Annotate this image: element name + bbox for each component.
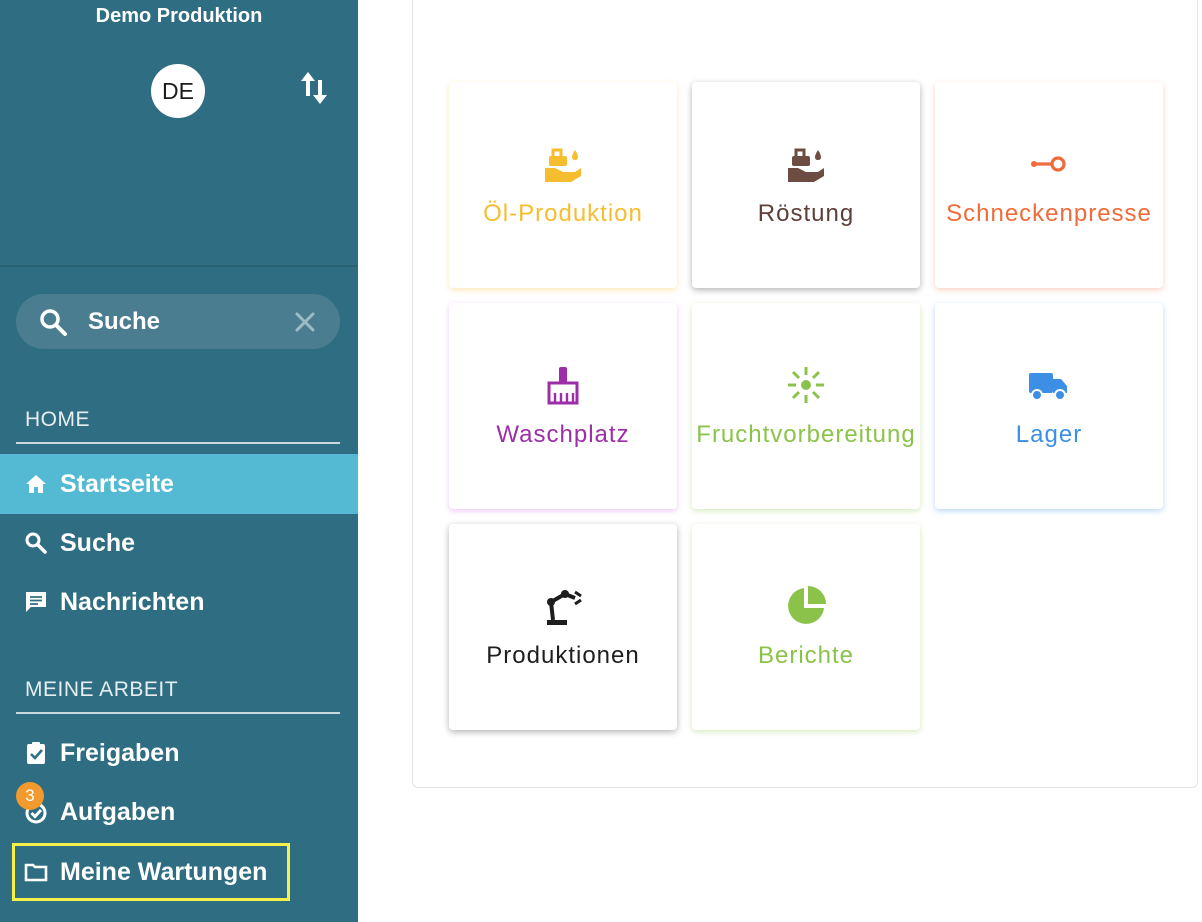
- section-my-work: MEINE ARBEIT: [25, 678, 179, 701]
- tile-oel-produktion[interactable]: Öl-Produktion: [449, 82, 677, 288]
- nav-item-nachrichten[interactable]: Nachrichten: [0, 572, 358, 632]
- tasks-count-badge: 3: [16, 782, 44, 810]
- clipboard-check-icon: [27, 742, 45, 764]
- tile-lager[interactable]: Lager: [935, 303, 1163, 509]
- tile-label: Produktionen: [486, 641, 640, 669]
- tile-berichte[interactable]: Berichte: [692, 524, 920, 730]
- section-divider: [16, 712, 340, 714]
- nav-label: Aufgaben: [60, 797, 176, 826]
- switch-arrows-icon[interactable]: [298, 68, 332, 108]
- nav-item-startseite[interactable]: Startseite: [0, 454, 358, 514]
- avatar[interactable]: DE: [151, 64, 205, 118]
- tile-schneckenpresse[interactable]: Schneckenpresse: [935, 82, 1163, 288]
- tile-label: Öl-Produktion: [483, 199, 643, 227]
- section-home: HOME: [25, 408, 90, 431]
- home-icon: [26, 475, 46, 493]
- nav-label: Suche: [60, 528, 136, 557]
- search-icon: [25, 532, 47, 554]
- robot-arm-icon: [547, 589, 582, 625]
- broom-icon: [547, 366, 579, 404]
- key-icon: [1031, 155, 1066, 172]
- tile-label: Fruchtvorbereitung: [696, 420, 916, 448]
- section-divider: [16, 442, 340, 444]
- search-value: Suche: [88, 307, 161, 335]
- tile-waschplatz[interactable]: Waschplatz: [449, 303, 677, 509]
- org-name: Demo Produktion: [95, 5, 263, 27]
- pie-chart-icon: [788, 585, 826, 624]
- nav-label: Startseite: [60, 469, 174, 498]
- search-icon: [40, 308, 67, 336]
- tile-label: Röstung: [757, 199, 855, 227]
- close-icon[interactable]: [294, 311, 316, 333]
- tile-label: Waschplatz: [496, 420, 630, 448]
- search-input[interactable]: Suche: [16, 294, 340, 349]
- header-divider: [0, 265, 358, 267]
- sparkle-icon: [788, 366, 824, 403]
- tile-label: Berichte: [757, 641, 855, 669]
- sidebar: Demo Produktion DE Suche HOME Startseite…: [0, 0, 358, 922]
- tile-roestung[interactable]: Röstung: [692, 82, 920, 288]
- nav-label: Nachrichten: [60, 587, 205, 616]
- tile-produktionen[interactable]: Produktionen: [449, 524, 677, 730]
- nav-item-freigaben[interactable]: Freigaben: [0, 723, 358, 783]
- message-icon: [26, 592, 46, 612]
- tile-label: Schneckenpresse: [946, 199, 1152, 227]
- oil-hand-icon: [545, 148, 581, 182]
- nav-item-aufgaben[interactable]: Aufgaben: [0, 782, 358, 842]
- oil-hand-icon: [788, 148, 824, 182]
- highlight-box: [12, 843, 290, 901]
- tile-label: Lager: [1015, 420, 1083, 448]
- truck-icon: [1029, 372, 1067, 401]
- nav-item-suche[interactable]: Suche: [0, 513, 358, 573]
- tile-fruchtvorbereitung[interactable]: Fruchtvorbereitung: [692, 303, 920, 509]
- nav-label: Freigaben: [60, 738, 180, 767]
